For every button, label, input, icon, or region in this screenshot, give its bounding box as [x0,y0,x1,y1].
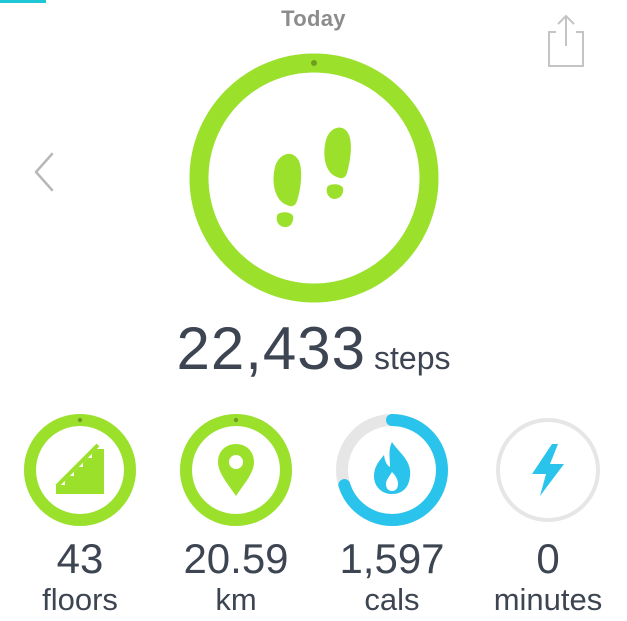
calories-unit: cals [364,582,420,617]
active-minutes-value: 0 [536,535,560,582]
flame-icon [374,442,411,494]
page-title: Today [281,6,346,31]
floors-value: 43 [56,535,104,582]
distance-value: 20.59 [183,535,289,582]
steps-ring[interactable] [187,51,441,305]
previous-day-button[interactable] [26,148,62,196]
steps-summary: 22,433 steps [0,314,627,383]
calories-ring [336,414,448,526]
footprints-icon [273,127,351,228]
distance-stat[interactable]: 20.59 km [158,410,314,618]
active-minutes-stat[interactable]: 0 minutes [470,410,626,618]
share-icon [548,14,584,67]
calories-value: 1,597 [339,535,445,582]
steps-ring-graphic [189,53,439,303]
active-minutes-ring [496,418,600,522]
distance-ring [180,414,292,526]
calories-stat[interactable]: 1,597 cals [314,410,470,618]
steps-unit: steps [374,340,451,376]
tab-indicator [0,0,46,3]
lightning-icon [532,444,564,496]
floors-unit: floors [42,582,118,617]
chevron-left-icon [34,152,54,192]
active-minutes-unit: minutes [493,582,603,617]
share-button[interactable] [540,12,590,70]
location-pin-icon [218,444,254,496]
today-dashboard: Today 22,433 steps 43 floors 20.59 km 1,… [0,0,627,621]
stairs-icon [55,441,104,494]
floors-stat[interactable]: 43 floors [2,410,158,618]
steps-value: 22,433 [176,315,367,382]
floors-ring [24,414,136,526]
distance-unit: km [215,582,257,617]
